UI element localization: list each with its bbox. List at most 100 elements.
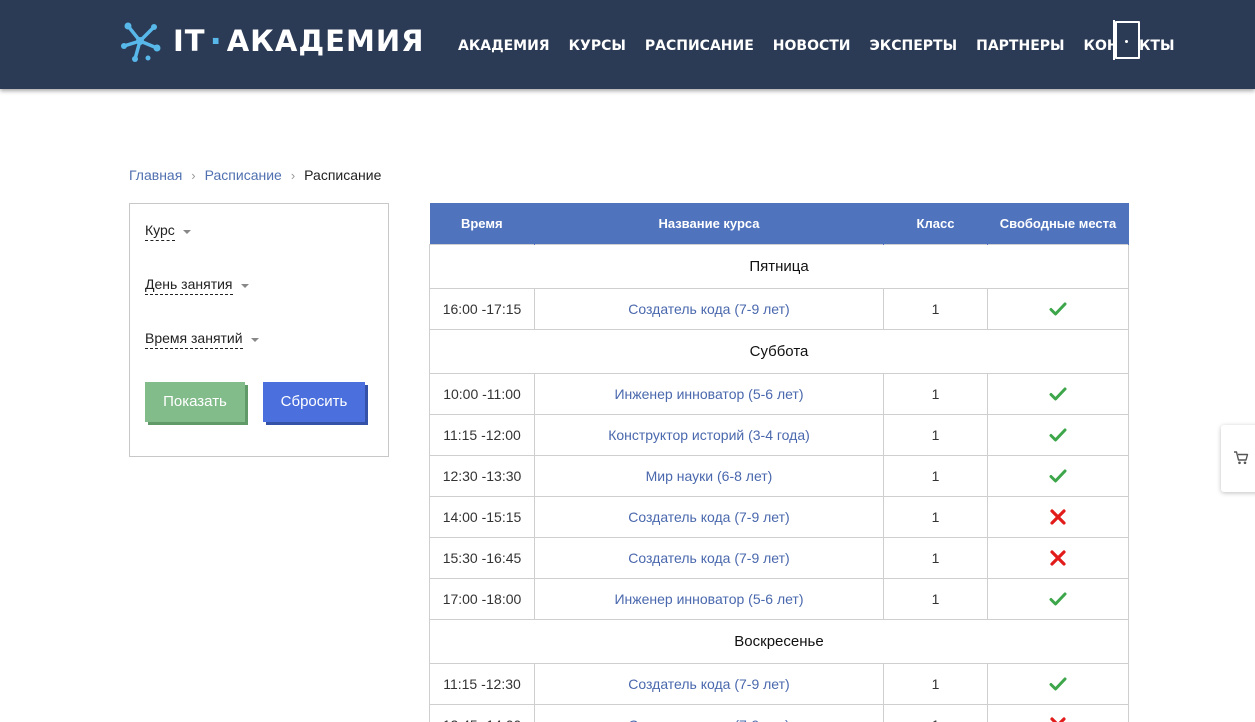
header-seats: Свободные места xyxy=(987,203,1129,244)
door-icon[interactable] xyxy=(1113,20,1140,60)
header-class: Класс xyxy=(883,203,988,244)
site-logo[interactable]: IT · АКАДЕМИЯ xyxy=(117,18,424,64)
nav-item-academy[interactable]: АКАДЕМИЯ xyxy=(458,38,550,54)
filter-panel: Курс День занятия Время занятий Показать… xyxy=(129,203,389,457)
table-row: 12:30 -13:30 Мир науки (6-8 лет) 1 xyxy=(429,454,1129,497)
lesson-time: 11:15 -12:30 xyxy=(429,662,535,705)
course-link[interactable]: Мир науки (6-8 лет) xyxy=(534,454,884,497)
day-row: Пятница xyxy=(429,243,1129,289)
lesson-time: 15:30 -16:45 xyxy=(429,536,535,579)
checkmark-icon xyxy=(1049,468,1067,484)
day-filter-label: День занятия xyxy=(145,276,233,295)
lesson-time: 17:00 -18:00 xyxy=(429,577,535,620)
seats-status xyxy=(987,703,1129,722)
breadcrumb: Главная › Расписание › Расписание xyxy=(129,167,381,183)
course-link[interactable]: Конструктор историй (3-4 года) xyxy=(534,413,884,456)
lesson-time: 14:00 -15:15 xyxy=(429,495,535,538)
show-button[interactable]: Показать xyxy=(145,382,245,422)
class-number: 1 xyxy=(883,577,988,620)
breadcrumb-separator: › xyxy=(191,167,196,183)
lesson-time: 12:45 -14:00 xyxy=(429,703,535,722)
course-link[interactable]: Создатель кода (7-9 лет) xyxy=(534,495,884,538)
breadcrumb-current: Расписание xyxy=(304,167,382,183)
brand-dot: · xyxy=(209,22,223,60)
course-link[interactable]: Инженер инноватор (5-6 лет) xyxy=(534,372,884,415)
class-number: 1 xyxy=(883,413,988,456)
time-filter-dropdown[interactable]: Время занятий xyxy=(145,330,259,349)
seats-status xyxy=(987,495,1129,538)
day-filter-dropdown[interactable]: День занятия xyxy=(145,276,249,295)
seats-status xyxy=(987,454,1129,497)
course-filter-label: Курс xyxy=(145,222,175,241)
course-link[interactable]: Создатель кода (7-9 лет) xyxy=(534,662,884,705)
molecule-logo-icon xyxy=(121,22,161,62)
brand-name-left: IT xyxy=(173,24,206,58)
cart-icon xyxy=(1234,451,1249,465)
seats-status xyxy=(987,662,1129,705)
header-course: Название курса xyxy=(534,203,884,244)
time-filter-label: Время занятий xyxy=(145,330,243,349)
class-number: 1 xyxy=(883,536,988,579)
chevron-down-icon xyxy=(240,283,249,288)
class-number: 1 xyxy=(883,703,988,722)
table-row: 10:00 -11:00 Инженер инноватор (5-6 лет) 1 xyxy=(429,372,1129,415)
table-row: 15:30 -16:45 Создатель кода (7-9 лет) 1 xyxy=(429,536,1129,579)
course-filter-dropdown[interactable]: Курс xyxy=(145,222,191,241)
table-row: 14:00 -15:15 Создатель кода (7-9 лет) 1 xyxy=(429,495,1129,538)
table-row: 17:00 -18:00 Инженер инноватор (5-6 лет) 1 xyxy=(429,577,1129,620)
class-number: 1 xyxy=(883,372,988,415)
reset-button[interactable]: Сбросить xyxy=(263,382,365,422)
lesson-time: 10:00 -11:00 xyxy=(429,372,535,415)
nav-item-partners[interactable]: ПАРТНЕРЫ xyxy=(976,38,1064,54)
seats-status xyxy=(987,413,1129,456)
seats-status xyxy=(987,372,1129,415)
table-row: 11:15 -12:00 Конструктор историй (3-4 год… xyxy=(429,413,1129,456)
breadcrumb-home[interactable]: Главная xyxy=(129,167,182,183)
course-link[interactable]: Создатель кода (7-9 лет) xyxy=(534,287,884,330)
nav-item-courses[interactable]: КУРСЫ xyxy=(569,38,626,54)
day-name: Пятница xyxy=(429,243,1129,289)
chevron-down-icon xyxy=(182,229,191,234)
nav-item-news[interactable]: НОВОСТИ xyxy=(773,38,851,54)
cross-icon xyxy=(1049,509,1067,525)
course-link[interactable]: Инженер инноватор (5-6 лет) xyxy=(534,577,884,620)
class-number: 1 xyxy=(883,662,988,705)
day-name: Суббота xyxy=(429,328,1129,374)
cross-icon xyxy=(1049,717,1067,722)
lesson-time: 12:30 -13:30 xyxy=(429,454,535,497)
class-number: 1 xyxy=(883,454,988,497)
course-link[interactable]: Создатель кода (7-9 лет) xyxy=(534,536,884,579)
cart-tab[interactable] xyxy=(1221,425,1255,492)
nav-item-schedule[interactable]: РАСПИСАНИЕ xyxy=(645,38,754,54)
site-header: IT · АКАДЕМИЯ АКАДЕМИЯ КУРСЫ РАСПИСАНИЕ … xyxy=(0,0,1255,89)
table-header-row: Время Название курса Класс Свободные мес… xyxy=(429,203,1129,244)
class-number: 1 xyxy=(883,495,988,538)
seats-status xyxy=(987,287,1129,330)
brand-name: IT · АКАДЕМИЯ xyxy=(173,24,424,58)
checkmark-icon xyxy=(1049,591,1067,607)
schedule-body: Пятница 16:00 -17:15 Создатель кода (7-9 л… xyxy=(429,243,1129,722)
checkmark-icon xyxy=(1049,427,1067,443)
main-nav: АКАДЕМИЯ КУРСЫ РАСПИСАНИЕ НОВОСТИ ЭКСПЕР… xyxy=(458,38,1193,54)
chevron-down-icon xyxy=(250,337,259,342)
table-row: 12:45 -14:00Создатель кода (7-9 лет)1 xyxy=(429,703,1129,722)
header-time: Время xyxy=(429,203,535,244)
checkmark-icon xyxy=(1049,386,1067,402)
class-number: 1 xyxy=(883,287,988,330)
schedule-table: Время Название курса Класс Свободные мес… xyxy=(429,203,1129,722)
seats-status xyxy=(987,577,1129,620)
checkmark-icon xyxy=(1049,301,1067,317)
day-row: Воскресенье xyxy=(429,618,1129,664)
day-row: Суббота xyxy=(429,328,1129,374)
breadcrumb-schedule[interactable]: Расписание xyxy=(205,167,282,183)
lesson-time: 16:00 -17:15 xyxy=(429,287,535,330)
checkmark-icon xyxy=(1049,676,1067,692)
course-link[interactable]: Создатель кода (7-9 лет) xyxy=(534,703,884,722)
cross-icon xyxy=(1049,550,1067,566)
breadcrumb-separator: › xyxy=(290,167,296,183)
table-row: 16:00 -17:15 Создатель кода (7-9 лет) 1 xyxy=(429,287,1129,330)
table-row: 11:15 -12:30 Создатель кода (7-9 лет) 1 xyxy=(429,662,1129,705)
day-name: Воскресенье xyxy=(429,618,1129,664)
nav-item-experts[interactable]: ЭКСПЕРТЫ xyxy=(870,38,958,54)
seats-status xyxy=(987,536,1129,579)
